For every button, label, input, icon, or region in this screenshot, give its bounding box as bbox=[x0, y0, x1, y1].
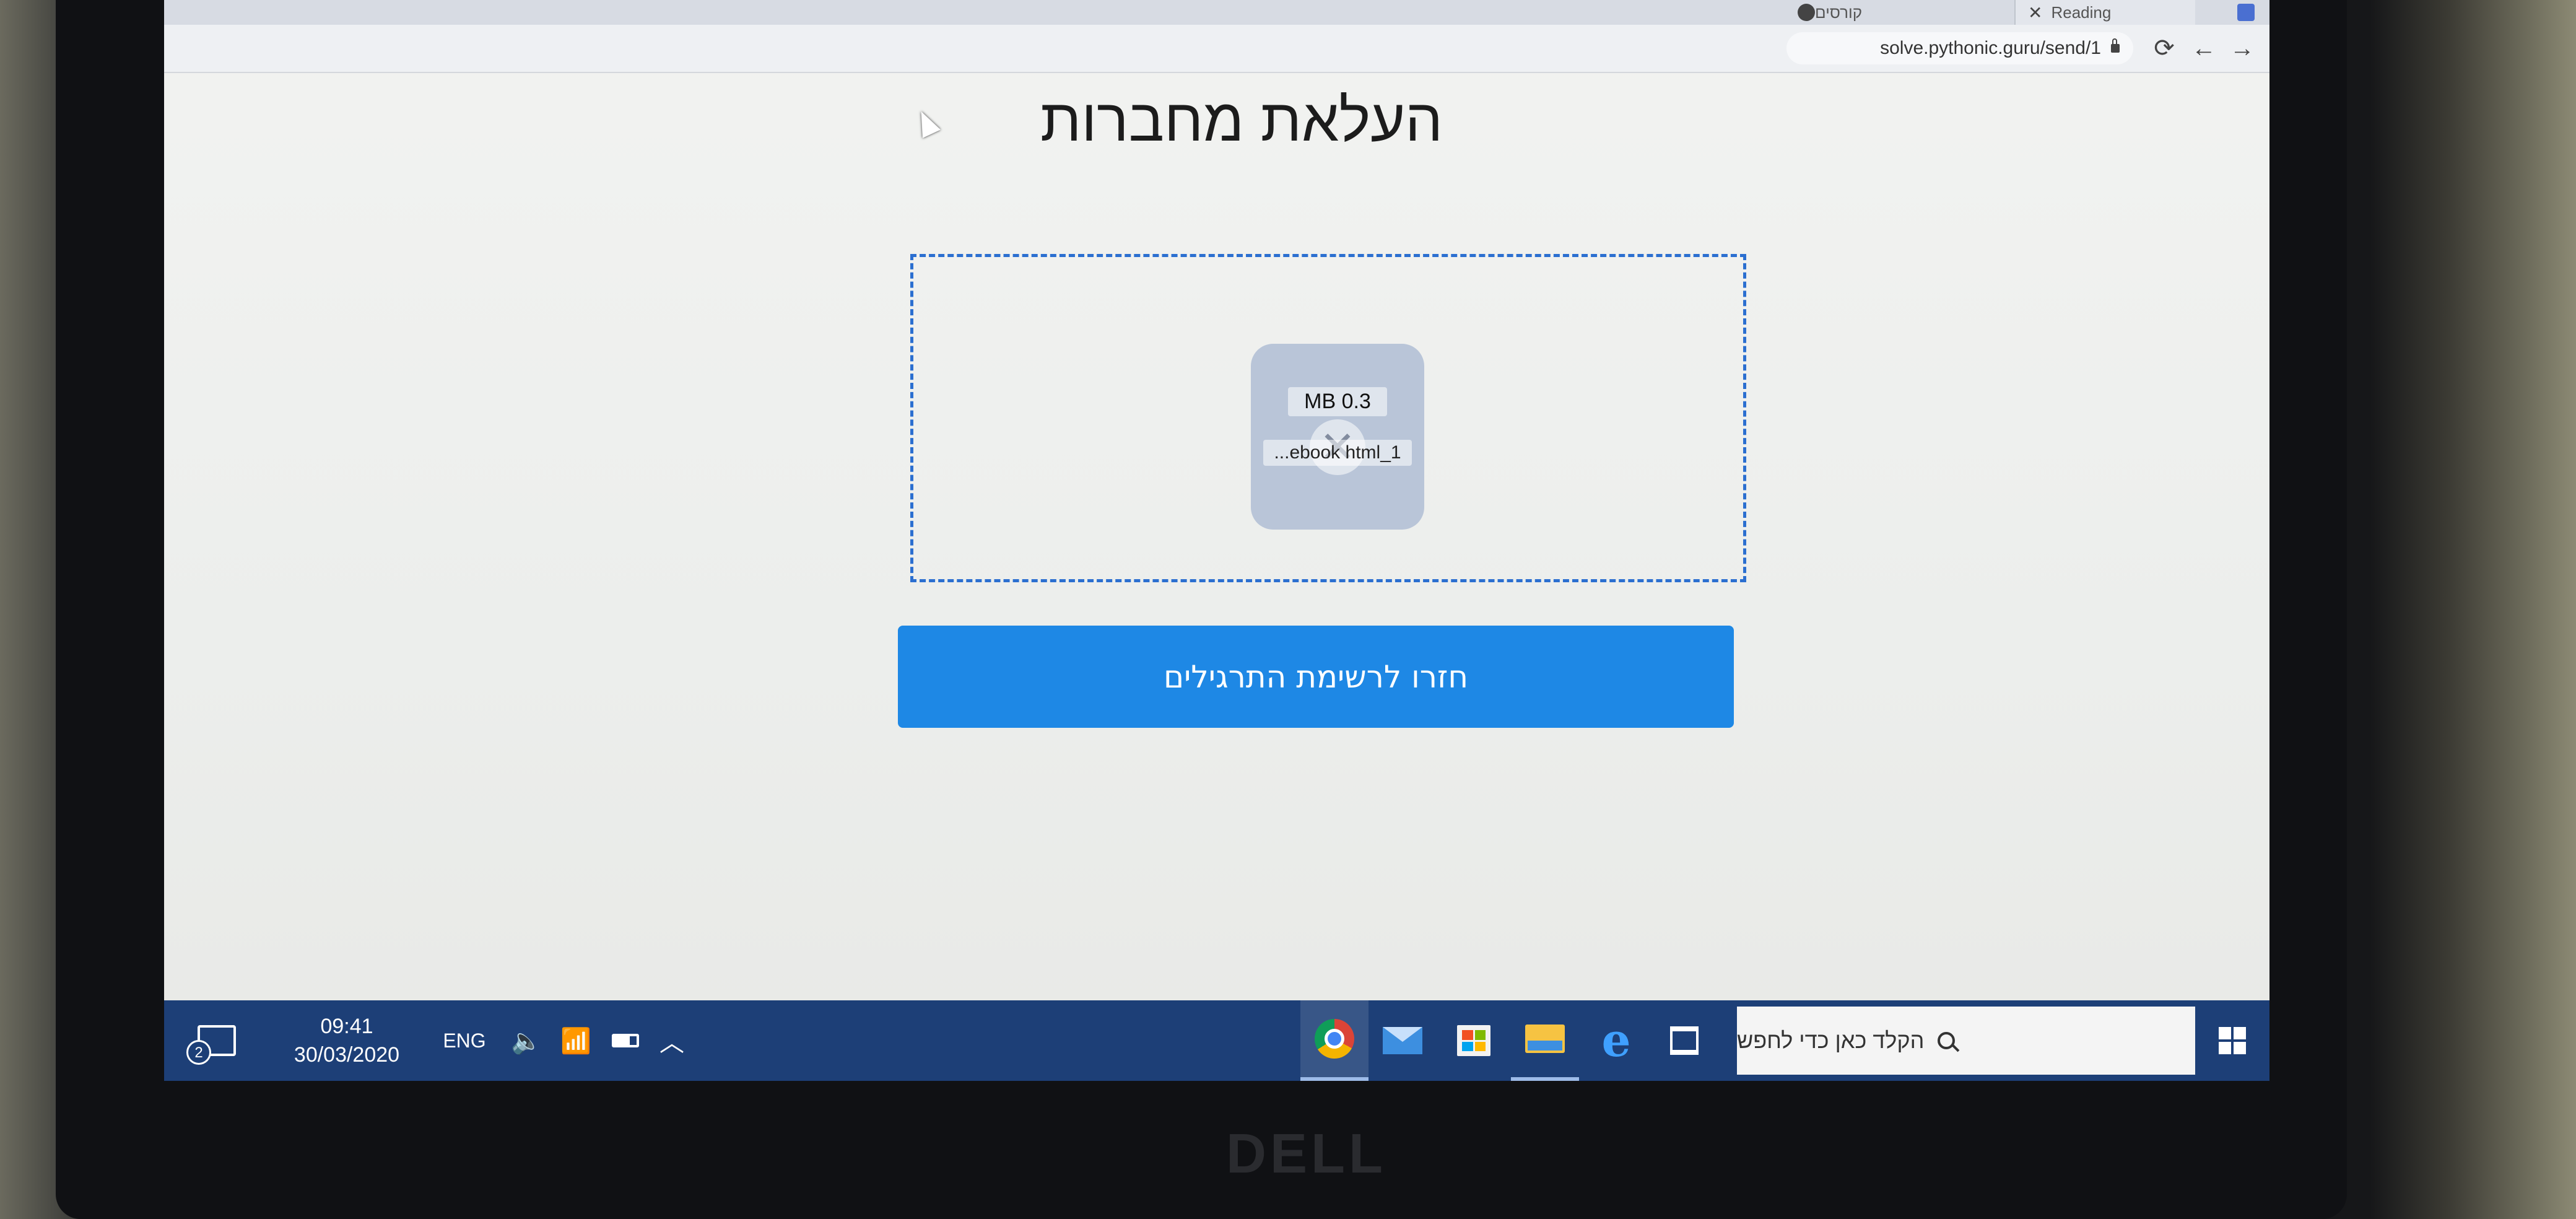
browser-tab-courses[interactable]: קורסים bbox=[1774, 0, 2022, 25]
laptop-screen: קורסים ✕ Reading solve.pythonic.guru/sen… bbox=[164, 0, 2269, 1081]
file-size-label: MB 0.3 bbox=[1288, 387, 1387, 416]
file-dropzone[interactable]: MB 0.3 ✕ ...ebook html_1 bbox=[910, 254, 1746, 582]
chrome-logo bbox=[1315, 1019, 1354, 1059]
mail-icon[interactable] bbox=[1368, 1000, 1437, 1081]
volume-icon[interactable]: 🔈 bbox=[502, 1000, 551, 1081]
browser-tab-label: קורסים bbox=[1815, 2, 1863, 22]
search-icon bbox=[1938, 1032, 1956, 1049]
search-placeholder: הקלד כאן כדי לחפש bbox=[1737, 1028, 1925, 1053]
task-view-logo bbox=[1670, 1026, 1699, 1055]
tab-favicon-icon bbox=[1798, 4, 1815, 21]
chevron-up-icon[interactable]: ︿ bbox=[650, 1000, 694, 1081]
browser-tab-label: Reading bbox=[2051, 2, 2112, 22]
file-name-label: ...ebook html_1 bbox=[1263, 440, 1412, 466]
chrome-icon[interactable] bbox=[1300, 1000, 1368, 1081]
task-view-icon[interactable] bbox=[1650, 1000, 1718, 1081]
wifi-icon[interactable]: 📶 bbox=[551, 1000, 601, 1081]
page-title: העלאת מחברות bbox=[1040, 87, 1443, 154]
action-center-button[interactable]: 2 bbox=[183, 1000, 251, 1081]
clock-date: 30/03/2020 bbox=[294, 1043, 400, 1067]
reload-icon[interactable]: ⟳ bbox=[2149, 33, 2179, 63]
language-indicator[interactable]: ENG bbox=[430, 1000, 498, 1081]
uploaded-file-preview: MB 0.3 ✕ ...ebook html_1 bbox=[1251, 344, 1424, 530]
battery-icon[interactable] bbox=[601, 1000, 650, 1081]
address-bar[interactable]: solve.pythonic.guru/send/1 bbox=[1786, 32, 2133, 64]
notification-count-badge: 2 bbox=[186, 1040, 211, 1065]
lock-icon[interactable] bbox=[2111, 38, 2120, 53]
notification-icon: 2 bbox=[186, 1025, 236, 1065]
windows-logo-icon bbox=[2219, 1027, 2246, 1054]
file-explorer-icon[interactable] bbox=[1511, 1000, 1579, 1081]
tab-close-icon[interactable]: ✕ bbox=[2028, 2, 2042, 23]
edge-icon[interactable]: e bbox=[1582, 1000, 1650, 1081]
edge-logo: e bbox=[1601, 1014, 1631, 1067]
browser-profile-icon[interactable] bbox=[2237, 4, 2255, 21]
browser-tab-reading[interactable]: ✕ Reading bbox=[2014, 0, 2195, 25]
browser-tab-strip: קורסים ✕ Reading bbox=[164, 0, 2269, 25]
forward-arrow-icon[interactable]: → bbox=[2227, 33, 2257, 63]
windows-taskbar: 2 09:41 30/03/2020 ENG 🔈 📶 ︿ e הקלד כאן … bbox=[164, 1000, 2269, 1081]
store-logo bbox=[1457, 1025, 1490, 1056]
mail-logo bbox=[1383, 1027, 1422, 1054]
windows-start-button[interactable] bbox=[2201, 1000, 2263, 1081]
browser-toolbar: solve.pythonic.guru/send/1 ⟳ ← → bbox=[164, 25, 2269, 73]
folder-logo bbox=[1525, 1025, 1565, 1053]
taskbar-clock[interactable]: 09:41 30/03/2020 bbox=[269, 1000, 424, 1081]
back-arrow-icon[interactable]: ← bbox=[2189, 33, 2219, 63]
taskbar-search-input[interactable]: הקלד כאן כדי לחפש bbox=[1737, 1007, 2195, 1075]
url-text: solve.pythonic.guru/send/1 bbox=[1880, 38, 2101, 58]
clock-time: 09:41 bbox=[320, 1015, 373, 1038]
laptop-bezel: קורסים ✕ Reading solve.pythonic.guru/sen… bbox=[56, 0, 2347, 1219]
dell-logo: DELL bbox=[1226, 1123, 1386, 1185]
store-icon[interactable] bbox=[1440, 1000, 1508, 1081]
back-to-exercises-button[interactable]: חזרו לרשימת התרגילים bbox=[898, 626, 1734, 728]
battery-level bbox=[612, 1034, 639, 1047]
